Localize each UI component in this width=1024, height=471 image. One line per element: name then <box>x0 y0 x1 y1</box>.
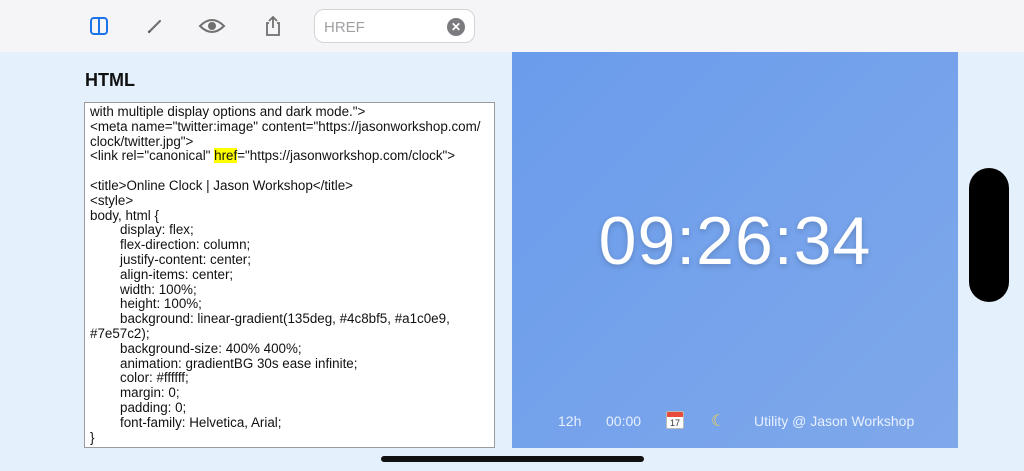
code-line: width: 100%; <box>120 281 197 297</box>
code-line: align-items: center; <box>120 266 234 282</box>
side-drag-handle[interactable] <box>969 168 1009 302</box>
pencil-icon[interactable] <box>140 10 170 42</box>
code-line: animation: gradientBG 30s ease infinite; <box>120 355 358 371</box>
code-line: <title>Online Clock | Jason Workshop</ti… <box>90 177 353 193</box>
code-line: <style> <box>90 192 134 208</box>
code-line: flex-direction: column; <box>120 237 251 253</box>
code-line: body, html { <box>90 207 159 223</box>
editor-heading: HTML <box>85 70 135 90</box>
search-field[interactable]: ✕ <box>314 9 475 43</box>
share-icon[interactable] <box>258 10 288 42</box>
code-line: #7e57c2); <box>90 325 150 341</box>
code-line: background: linear-gradient(135deg, #4c8… <box>120 311 450 327</box>
moon-icon[interactable]: ☾ <box>711 411 725 431</box>
code-line: padding: 0; <box>120 399 187 415</box>
clock-time: 09:26:34 <box>598 203 872 279</box>
code-line: margin: 0; <box>120 385 180 401</box>
calendar-icon[interactable]: 17 <box>666 411 684 429</box>
credit-link[interactable]: Utility @ Jason Workshop <box>754 413 914 429</box>
code-line: font-family: Helvetica, Arial; <box>120 414 282 430</box>
calendar-day: 17 <box>669 418 680 428</box>
code-line: } <box>90 429 95 445</box>
code-line: clock/twitter.jpg"> <box>90 133 194 149</box>
format-toggle-button[interactable]: 12h <box>558 413 581 429</box>
html-code-editor[interactable]: with multiple display options and dark m… <box>84 102 495 448</box>
home-indicator[interactable] <box>381 456 644 462</box>
code-line: height: 100%; <box>120 296 202 312</box>
search-match-highlight: href <box>214 148 238 164</box>
eye-icon[interactable] <box>197 10 227 42</box>
clock-options-bar: 12h 00:00 17 ☾ Utility @ Jason Workshop <box>512 411 958 433</box>
split-view-icon[interactable] <box>84 10 114 42</box>
code-line: background-size: 400% 400%; <box>120 340 302 356</box>
code-line: justify-content: center; <box>120 251 251 267</box>
search-input[interactable] <box>324 16 444 38</box>
code-text: ="https://jasonworkshop.com/clock"> <box>237 148 456 164</box>
code-line: with multiple display options and dark m… <box>90 104 366 119</box>
code-line-canonical: <link rel="canonical" href="https://jaso… <box>90 148 489 164</box>
code-line: color: #ffffff; <box>120 370 189 386</box>
toolbar: ✕ <box>0 0 1024 52</box>
clock-preview: 09:26:34 12h 00:00 17 ☾ Utility @ Jason … <box>512 52 958 448</box>
clear-search-icon[interactable]: ✕ <box>447 18 465 36</box>
timer-button[interactable]: 00:00 <box>606 413 641 429</box>
code-text: <link rel="canonical" <box>90 148 215 164</box>
code-line: display: flex; <box>120 222 194 238</box>
code-line: <meta name="twitter:image" content="http… <box>90 118 481 134</box>
